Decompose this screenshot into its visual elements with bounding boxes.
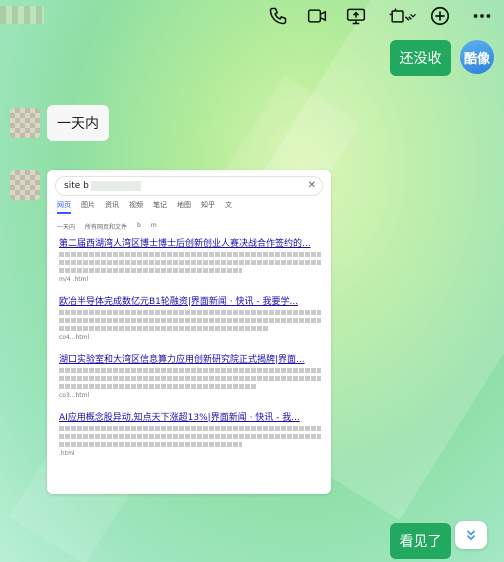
filter-site: b bbox=[137, 222, 141, 229]
result-title: 湖口实验室和大湾区信息算力应用创新研究院正式揭牌|界面... bbox=[59, 355, 305, 365]
phone-icon[interactable] bbox=[266, 4, 290, 28]
result-source: co3...html bbox=[59, 392, 90, 399]
search-result: AI应用概念股异动,知点天下涨超13%|界面新闻 · 快讯 - 我... .ht… bbox=[59, 410, 321, 457]
tab-images: 图片 bbox=[81, 201, 95, 209]
search-tabs: 网页 图片 资讯 视频 笔记 地图 知乎 文 bbox=[57, 200, 327, 214]
filter-type: 所有网页和文件 bbox=[85, 224, 128, 231]
tab-news: 资讯 bbox=[105, 201, 119, 209]
result-title: AI应用概念股异动,知点天下涨超13%|界面新闻 · 快讯 - 我... bbox=[59, 413, 300, 423]
avatar-text: 酷像 bbox=[463, 51, 490, 67]
clear-icon: ✕ bbox=[307, 180, 316, 191]
double-chevron-down-icon bbox=[466, 530, 476, 541]
tab-web: 网页 bbox=[57, 200, 71, 214]
image-message-search-screenshot[interactable]: site b ✕ 网页 图片 资讯 视频 笔记 地图 知乎 文 一天内 所有网页… bbox=[47, 170, 331, 494]
filter-m: m bbox=[150, 222, 157, 229]
message-text: 一天内 bbox=[57, 116, 99, 132]
my-message-bubble[interactable]: 看见了 bbox=[390, 523, 451, 559]
tab-notes: 笔记 bbox=[153, 201, 167, 209]
contact-message-bubble[interactable]: 一天内 bbox=[47, 105, 109, 141]
tab-video: 视频 bbox=[129, 201, 143, 209]
filter-time: 一天内 bbox=[57, 224, 76, 231]
tab-maps: 地图 bbox=[177, 201, 191, 209]
search-result: 欧冶半导体完成数亿元B1轮融资|界面新闻 · 快讯 - 我要学... co4..… bbox=[59, 294, 321, 341]
tab-zhihu: 知乎 bbox=[201, 201, 215, 209]
tab-wen: 文 bbox=[225, 201, 232, 209]
more-icon[interactable] bbox=[470, 4, 494, 28]
result-source: co4...html bbox=[59, 334, 90, 341]
video-icon[interactable] bbox=[305, 4, 329, 28]
scroll-to-bottom-button[interactable] bbox=[455, 521, 487, 549]
search-result: 第二届西湖湾人湾区博士博士后创新创业人赛决战合作签约的... m/4 .html bbox=[59, 236, 321, 283]
avatar[interactable]: 酷像 bbox=[460, 40, 494, 74]
search-result: 湖口实验室和大湾区信息算力应用创新研究院正式揭牌|界面... co3...htm… bbox=[59, 352, 321, 399]
search-filters: 一天内 所有网页和文件 b m bbox=[57, 222, 327, 231]
result-title: 第二届西湖湾人湾区博士博士后创新创业人赛决战合作签约的... bbox=[59, 239, 311, 249]
screenshot-icon[interactable] bbox=[386, 4, 420, 28]
message-text: 看见了 bbox=[399, 534, 442, 550]
result-source: m/4 .html bbox=[59, 276, 89, 283]
screen-share-icon[interactable] bbox=[344, 4, 368, 28]
contact-avatar[interactable] bbox=[10, 108, 40, 138]
search-query: site b bbox=[64, 181, 89, 191]
search-box: site b ✕ bbox=[55, 176, 323, 196]
message-text: 还没收 bbox=[399, 51, 442, 67]
result-source: .html bbox=[59, 450, 75, 457]
chat-toolbar bbox=[0, 0, 504, 32]
result-title: 欧冶半导体完成数亿元B1轮融资|界面新闻 · 快讯 - 我要学... bbox=[59, 297, 299, 307]
add-icon[interactable] bbox=[428, 4, 452, 28]
blurred-query bbox=[90, 180, 141, 191]
my-message-bubble[interactable]: 还没收 bbox=[390, 40, 451, 76]
contact-name-blurred bbox=[0, 6, 44, 24]
contact-avatar[interactable] bbox=[10, 170, 40, 200]
